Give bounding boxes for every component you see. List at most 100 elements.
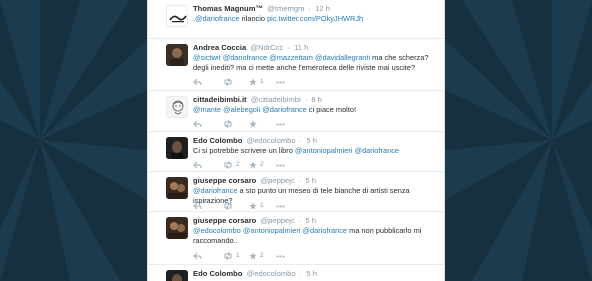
media-link[interactable]: pic.twitter.com/POkyJHWRJh [267, 14, 363, 23]
tweet-actions [193, 119, 313, 129]
tweet-actions: 1 [193, 77, 313, 87]
author-handle[interactable]: @cittadeibimbi [251, 95, 301, 104]
reply-icon [193, 252, 202, 260]
tweet-time[interactable]: 12 h [315, 4, 330, 13]
tweet-item[interactable]: Andrea Coccia @NdrCcc · 11 h @sictwit @d… [148, 39, 444, 91]
avatar[interactable] [166, 217, 188, 239]
tweet-time[interactable]: 5 h [306, 269, 317, 278]
star-icon [249, 78, 257, 86]
tweet-text: .@dariofrance rilancio pic.twitter.com/P… [193, 14, 440, 24]
more-button[interactable] [276, 201, 285, 211]
star-icon [249, 161, 257, 169]
star-icon [249, 202, 257, 210]
tweet-actions: 2 2 [193, 160, 313, 170]
tweet-header: Edo Colombo @edocolombo · 5 h [193, 136, 317, 145]
mention-link[interactable]: @mante [193, 105, 221, 114]
avatar[interactable] [166, 177, 188, 199]
favorite-button[interactable] [249, 119, 260, 129]
retweet-icon [224, 78, 232, 86]
favorite-button[interactable]: 2 [249, 251, 264, 261]
reply-button[interactable] [193, 201, 202, 211]
tweet-item[interactable]: giuseppe corsaro @peppejc · 5 h @dariofr… [148, 172, 444, 212]
reply-button[interactable] [193, 160, 202, 170]
tweet-time[interactable]: 5 h [306, 176, 317, 185]
more-button[interactable] [276, 119, 285, 129]
more-button[interactable] [276, 77, 285, 87]
tweet-time[interactable]: 5 h [306, 216, 317, 225]
mention-link[interactable]: @dariofrance [193, 186, 237, 195]
tweet-item[interactable]: Thomas Magnum™ @tmemgm · 12 h .@dariofra… [148, 0, 444, 39]
tweet-header: cittadeibimbi.it @cittadeibimbi · 8 h [193, 95, 322, 104]
author-name[interactable]: cittadeibimbi.it [193, 95, 247, 104]
more-icon [276, 163, 285, 167]
author-name[interactable]: Edo Colombo [193, 269, 242, 278]
tweet-item[interactable]: giuseppe corsaro @peppejc · 5 h @edocolo… [148, 212, 444, 265]
mention-link[interactable]: @antoniopalmieri [243, 226, 301, 235]
author-name[interactable]: Edo Colombo [193, 136, 242, 145]
retweet-button[interactable] [223, 119, 236, 129]
tweet-text: @mante @alebegoli @dariofrance ci piace … [193, 105, 440, 115]
tweet-actions: 1 2 [193, 251, 313, 261]
tweet-time[interactable]: 5 h [306, 136, 317, 145]
avatar[interactable] [166, 5, 188, 27]
avatar[interactable] [166, 44, 188, 66]
favorite-count: 2 [260, 161, 264, 168]
favorite-button[interactable]: 1 [249, 201, 264, 211]
more-button[interactable] [276, 160, 285, 170]
author-name[interactable]: Thomas Magnum™ [193, 4, 263, 13]
mention-link[interactable]: .@dariofrance [193, 14, 240, 23]
more-button[interactable] [276, 251, 285, 261]
mention-link[interactable]: @edocolombo [193, 226, 241, 235]
tweet-header: giuseppe corsaro @peppejc · 5 h [193, 216, 317, 225]
retweet-button[interactable] [223, 201, 236, 211]
mention-link[interactable]: @antoniopalmieri [295, 146, 353, 155]
author-handle[interactable]: @tmemgm [267, 4, 304, 13]
author-name[interactable]: Andrea Coccia [193, 43, 246, 52]
mention-link[interactable]: @dariofrance [303, 226, 347, 235]
reply-button[interactable] [193, 77, 202, 87]
star-icon [249, 120, 257, 128]
tweet-item[interactable]: Edo Colombo @edocolombo · 5 h Ci si potr… [148, 132, 444, 172]
tweet-time[interactable]: 11 h [294, 43, 308, 52]
mention-link[interactable]: @dariofrance [262, 105, 306, 114]
mention-link[interactable]: @mazzettam [269, 53, 313, 62]
retweet-icon [224, 120, 232, 128]
author-handle[interactable]: @edocolombo [246, 269, 295, 278]
retweet-button[interactable] [223, 77, 236, 87]
reply-icon [193, 78, 202, 86]
reply-icon [193, 120, 202, 128]
tweet-actions: 1 [193, 201, 313, 211]
tweet-item[interactable]: Edo Colombo @edocolombo · 5 h [148, 265, 444, 281]
author-handle[interactable]: @edocolombo [246, 136, 295, 145]
author-handle[interactable]: @peppejc [260, 176, 294, 185]
mention-link[interactable]: @sictwit [193, 53, 221, 62]
reply-icon [193, 161, 202, 169]
retweet-button[interactable]: 1 [223, 251, 240, 261]
tweet-timeline: Thomas Magnum™ @tmemgm · 12 h .@dariofra… [147, 0, 445, 281]
favorite-button[interactable]: 1 [249, 77, 264, 87]
author-handle[interactable]: @peppejc [260, 216, 294, 225]
mention-link[interactable]: @dariofrance [355, 146, 399, 155]
avatar[interactable] [166, 96, 188, 118]
author-name[interactable]: giuseppe corsaro [193, 216, 256, 225]
favorite-button[interactable]: 2 [249, 160, 264, 170]
more-icon [276, 204, 285, 208]
tweet-text: Ci si potrebbe scrivere un libro @antoni… [193, 146, 440, 156]
author-handle[interactable]: @NdrCcc [250, 43, 283, 52]
tweet-time[interactable]: 8 h [311, 95, 322, 104]
tweet-header: giuseppe corsaro @peppejc · 5 h [193, 176, 317, 185]
author-name[interactable]: giuseppe corsaro [193, 176, 256, 185]
mention-link[interactable]: @davidallegranti [315, 53, 370, 62]
mention-link[interactable]: @alebegoli [223, 105, 260, 114]
favorite-count: 1 [260, 78, 264, 85]
mention-link[interactable]: @dariofrance [223, 53, 267, 62]
tweet-header: Edo Colombo @edocolombo · 5 h [193, 269, 317, 278]
reply-button[interactable] [193, 251, 202, 261]
avatar[interactable] [166, 270, 188, 281]
tweet-item[interactable]: cittadeibimbi.it @cittadeibimbi · 8 h @m… [148, 91, 444, 132]
more-icon [276, 122, 285, 126]
retweet-button[interactable]: 2 [223, 160, 240, 170]
reply-button[interactable] [193, 119, 202, 129]
avatar[interactable] [166, 137, 188, 159]
retweet-icon [224, 161, 232, 169]
